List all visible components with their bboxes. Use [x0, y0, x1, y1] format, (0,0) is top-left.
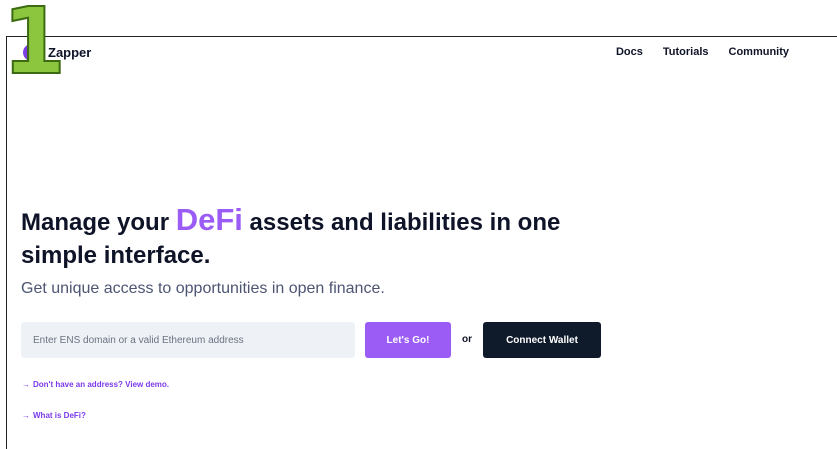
arrow-right-icon: → — [22, 380, 30, 389]
arrow-right-icon: → — [22, 411, 30, 420]
step-number-badge: 1 — [1, 0, 67, 95]
what-is-defi-link[interactable]: → What is DeFi? — [22, 411, 86, 420]
lets-go-button[interactable]: Let's Go! — [365, 322, 451, 358]
hero-headline: Manage your DeFi assets and liabilities … — [21, 203, 621, 272]
hero-subline: Get unique access to opportunities in op… — [21, 280, 385, 297]
what-is-defi-label: What is DeFi? — [33, 411, 86, 420]
address-input[interactable] — [21, 322, 355, 358]
top-nav: Docs Tutorials Community — [616, 44, 789, 61]
view-demo-link[interactable]: → Don't have an address? View demo. — [22, 380, 169, 389]
headline-part-1: Manage your — [21, 209, 176, 236]
nav-community[interactable]: Community — [729, 44, 790, 61]
view-demo-label: Don't have an address? View demo. — [33, 380, 170, 389]
nav-tutorials[interactable]: Tutorials — [663, 44, 709, 61]
headline-accent: DeFi — [175, 202, 243, 237]
nav-docs[interactable]: Docs — [616, 44, 643, 61]
connect-wallet-button[interactable]: Connect Wallet — [483, 322, 601, 358]
or-separator: or — [462, 334, 472, 345]
